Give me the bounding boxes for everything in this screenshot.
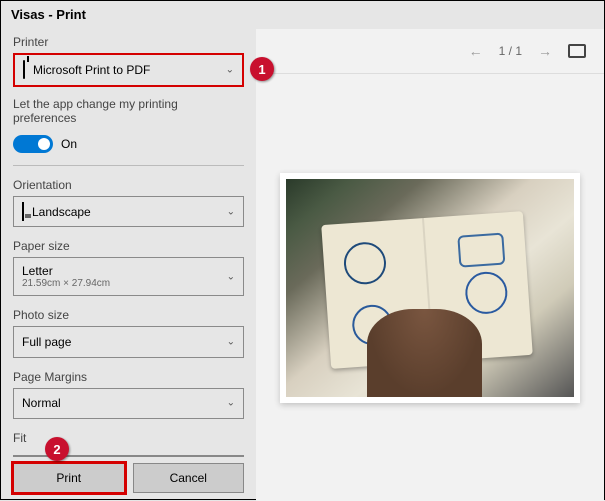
paper-selected-value: Letter: [22, 264, 53, 278]
orientation-label: Orientation: [13, 178, 244, 192]
printer-icon: [23, 61, 25, 79]
orientation-selected-value: Landscape: [32, 205, 91, 219]
window-title: Visas - Print: [1, 1, 604, 29]
chevron-down-icon: ⌄: [227, 206, 235, 217]
pref-toggle-state: On: [61, 137, 77, 151]
pref-toggle[interactable]: [13, 135, 53, 153]
printer-label: Printer: [13, 35, 244, 49]
preview-page: [280, 173, 580, 403]
cancel-button[interactable]: Cancel: [133, 463, 245, 493]
fullscreen-icon[interactable]: [568, 44, 586, 58]
chevron-down-icon: ⌄: [227, 271, 235, 282]
paper-size-select[interactable]: Letter 21.59cm × 27.94cm ⌄: [13, 257, 244, 296]
margins-selected-value: Normal: [22, 396, 61, 410]
print-settings-panel: Printer Microsoft Print to PDF ⌄ 1 Let t…: [1, 29, 256, 501]
annotation-callout-2: 2: [45, 437, 69, 461]
photo-size-label: Photo size: [13, 308, 244, 322]
orientation-select[interactable]: Landscape ⌄: [13, 196, 244, 227]
chevron-down-icon: ⌄: [227, 336, 235, 347]
printer-select[interactable]: Microsoft Print to PDF ⌄: [13, 53, 244, 87]
print-button[interactable]: Print: [13, 463, 125, 493]
margins-label: Page Margins: [13, 370, 244, 384]
printer-selected-value: Microsoft Print to PDF: [33, 63, 150, 77]
divider: [13, 165, 244, 166]
photo-size-selected-value: Full page: [22, 335, 71, 349]
preview-toolbar: ← 1 / 1 →: [256, 29, 604, 73]
photo-size-select[interactable]: Full page ⌄: [13, 326, 244, 357]
annotation-callout-1: 1: [250, 57, 274, 81]
next-page-arrow-icon[interactable]: →: [538, 43, 552, 59]
chevron-down-icon: ⌄: [226, 65, 234, 76]
pref-label: Let the app change my printing preferenc…: [13, 97, 244, 125]
margins-select[interactable]: Normal ⌄: [13, 388, 244, 419]
preview-photo: [286, 179, 574, 397]
print-preview-panel: ← 1 / 1 →: [256, 29, 604, 501]
landscape-icon: [22, 203, 24, 221]
paper-dimensions: 21.59cm × 27.94cm: [22, 278, 110, 289]
chevron-down-icon: ⌄: [227, 398, 235, 409]
prev-page-arrow-icon[interactable]: ←: [469, 43, 483, 59]
preview-canvas: [256, 73, 604, 501]
paper-label: Paper size: [13, 239, 244, 253]
page-indicator: 1 / 1: [499, 44, 522, 58]
